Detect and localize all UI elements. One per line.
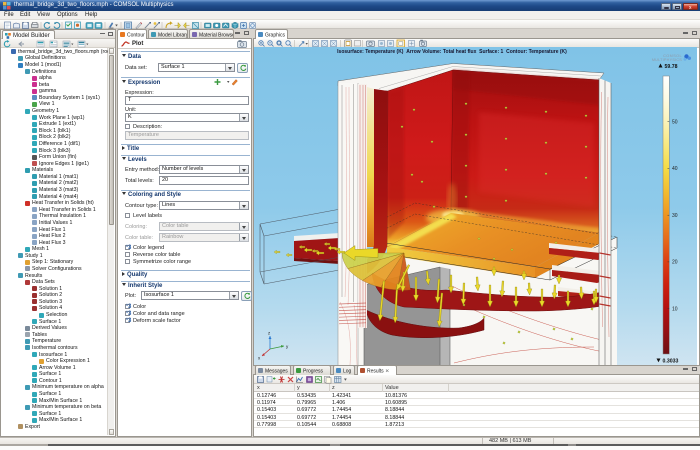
svg-text:10: 10 (672, 306, 678, 312)
svg-text:20: 20 (672, 260, 678, 266)
svg-text:0.3033: 0.3033 (663, 359, 679, 365)
svg-text:30: 30 (672, 213, 678, 219)
svg-text:59.78: 59.78 (665, 64, 678, 70)
svg-text:40: 40 (672, 166, 678, 172)
svg-text:50: 50 (672, 120, 678, 126)
svg-text:MULTIPHYSICS: MULTIPHYSICS (652, 58, 682, 62)
